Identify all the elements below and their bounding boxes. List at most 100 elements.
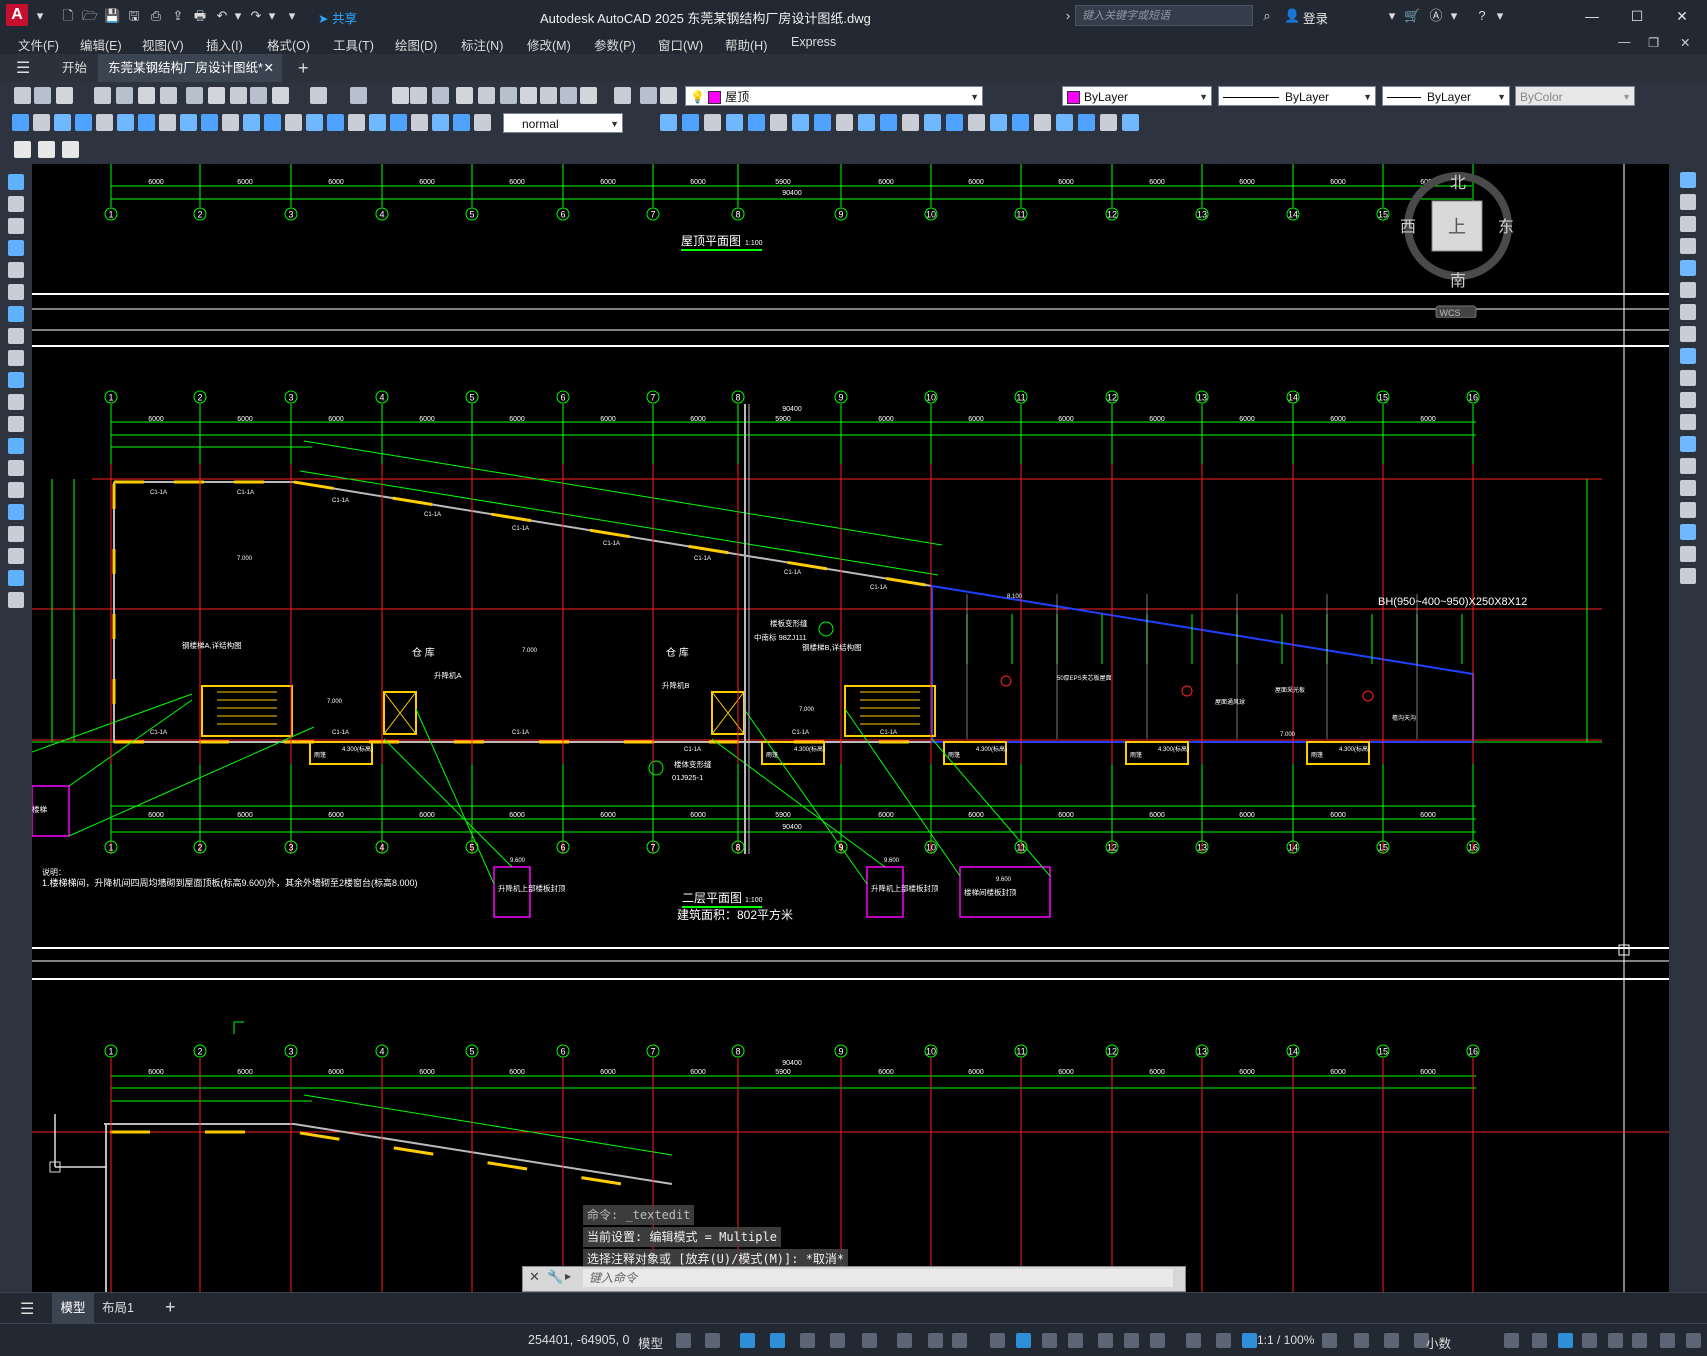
plot-icon[interactable]: 🖶 (192, 8, 208, 24)
table-icon[interactable] (8, 548, 24, 564)
doc-restore-icon[interactable]: ❐ (1648, 35, 1659, 50)
share-button[interactable]: ➤ 共享 (318, 8, 357, 27)
save-icon[interactable] (56, 87, 73, 104)
add-selected-icon[interactable] (8, 592, 24, 608)
text-edit-icon[interactable] (390, 114, 407, 131)
stretch-icon[interactable] (1680, 348, 1696, 364)
customize-toggle-icon[interactable] (1582, 1333, 1597, 1348)
trim-icon[interactable] (1680, 370, 1696, 386)
menu-modify[interactable]: 修改(M) (527, 35, 571, 54)
chamfer-icon[interactable] (1680, 480, 1696, 496)
new-tab-plus-icon[interactable]: + (288, 54, 319, 82)
extend-icon[interactable] (1680, 392, 1696, 408)
redo-icon[interactable] (310, 87, 327, 104)
dimstyle-dropdown[interactable]: normal ▼ (503, 113, 623, 133)
search-icon[interactable]: ⌕ (1259, 8, 1275, 24)
diameter-icon[interactable] (946, 114, 963, 131)
undo-icon[interactable]: ↶ (214, 8, 230, 24)
annotation-scale-icon-toggle-icon[interactable] (1216, 1333, 1231, 1348)
redo-icon[interactable]: ↷ (248, 8, 264, 24)
cart-icon[interactable]: 🛒 (1404, 8, 1420, 24)
autocad-logo-icon[interactable]: A (6, 4, 28, 26)
region-icon[interactable] (8, 526, 24, 542)
menu-edit[interactable]: 编辑(E) (80, 35, 122, 54)
maximize-icon[interactable]: ☐ (1627, 6, 1647, 26)
new-icon[interactable] (14, 87, 31, 104)
array-icon[interactable] (1680, 260, 1696, 276)
viewcube-top[interactable]: 上 (1448, 217, 1466, 237)
annotation-scale[interactable]: 1:1 / 100% (1257, 1333, 1314, 1347)
draw-order-icon[interactable] (1680, 568, 1696, 584)
selection-filter-toggle-icon[interactable] (1098, 1333, 1113, 1348)
add-layout-plus-icon[interactable]: + (165, 1297, 176, 1318)
move-icon[interactable] (1680, 282, 1696, 298)
osnap-toggle-icon[interactable] (928, 1333, 943, 1348)
hamburger-menu-icon[interactable]: ☰ (16, 58, 30, 78)
redo-dropdown-icon[interactable]: ▾ (264, 8, 280, 24)
annotation-visibility-toggle-icon[interactable] (1150, 1333, 1165, 1348)
menu-dimension[interactable]: 标注(N) (461, 35, 503, 54)
new-file-icon[interactable]: 🗋 (60, 8, 76, 24)
ordinate-icon[interactable] (880, 114, 897, 131)
minimize-icon[interactable]: — (1582, 6, 1602, 26)
menu-tools[interactable]: 工具(T) (333, 35, 374, 54)
insert-block-icon[interactable] (8, 416, 24, 432)
color-dropdown[interactable]: ByLayer ▼ (1062, 86, 1212, 106)
break-icon[interactable] (264, 114, 281, 131)
center-mark-icon[interactable] (306, 114, 323, 131)
markup-icon[interactable] (540, 87, 557, 104)
polygon-icon[interactable] (8, 240, 24, 256)
lineweight-dropdown[interactable]: ByLayer ▼ (1382, 86, 1510, 106)
angular-icon[interactable] (968, 114, 985, 131)
doc-minimize-icon[interactable]: — (1618, 35, 1631, 49)
settings-toggle-icon[interactable] (1686, 1333, 1701, 1348)
polyline-icon[interactable] (8, 218, 24, 234)
linetype-dropdown[interactable]: ByLayer ▼ (1218, 86, 1376, 106)
menu-express[interactable]: Express (791, 35, 836, 49)
search-input[interactable]: 键入关键字或短语 (1075, 5, 1253, 26)
quick-view-toggle-icon[interactable] (1660, 1333, 1675, 1348)
hatch-icon[interactable] (8, 482, 24, 498)
help-icon[interactable]: ? (1474, 8, 1490, 24)
drawing-canvas[interactable]: 1234567891011121314151660006000600060006… (32, 164, 1669, 1292)
zoom-realtime-icon[interactable] (392, 87, 409, 104)
osnap-3d-toggle-icon[interactable] (897, 1333, 912, 1348)
erase-icon[interactable] (1680, 172, 1696, 188)
copy-icon[interactable] (186, 87, 203, 104)
menu-help[interactable]: 帮助(H) (725, 35, 767, 54)
edit-icon[interactable] (369, 114, 386, 131)
layer-dropdown[interactable]: 💡 屋顶 ▼ (685, 86, 983, 106)
match-properties-icon[interactable] (230, 87, 247, 104)
aligned-dim-icon[interactable] (836, 114, 853, 131)
update-icon[interactable] (411, 114, 428, 131)
spline-icon[interactable] (8, 350, 24, 366)
plotstyle-dropdown[interactable]: ByColor ▼ (1515, 86, 1635, 106)
lock-icon[interactable] (660, 114, 677, 131)
command-close-icon[interactable]: ✕ (529, 1269, 540, 1285)
hardware-toggle-icon[interactable] (1608, 1333, 1623, 1348)
login-link[interactable]: 登录 (1303, 8, 1328, 27)
dynamic-ucs-toggle-icon[interactable] (1068, 1333, 1083, 1348)
ordinate-icon[interactable] (75, 114, 92, 131)
properties-icon[interactable] (456, 87, 473, 104)
center-mark-icon[interactable] (1122, 114, 1139, 131)
space-icon[interactable] (243, 114, 260, 131)
delete-layer-icon[interactable] (748, 114, 765, 131)
paste-icon[interactable] (208, 87, 225, 104)
app-menu-arrow-icon[interactable]: ▾ (32, 8, 48, 24)
save-icon[interactable]: 💾 (104, 8, 120, 24)
otrack-toggle-icon[interactable] (952, 1333, 967, 1348)
coordinate-readout[interactable]: 254401, -64905, 0 (528, 1333, 629, 1347)
block-insert-icon[interactable] (14, 141, 31, 158)
menu-file[interactable]: 文件(F) (18, 35, 59, 54)
chevron-right-icon[interactable]: › (1060, 8, 1076, 24)
open-web-icon[interactable]: ⎙ (148, 8, 164, 24)
arc-icon[interactable] (8, 284, 24, 300)
viewcube-north[interactable]: 北 (1450, 174, 1466, 192)
match-icon[interactable] (704, 114, 721, 131)
rotate-icon[interactable] (1680, 304, 1696, 320)
viewcube-wcs[interactable]: WCS (1440, 308, 1461, 318)
jogged-icon[interactable] (117, 114, 134, 131)
mirror-icon[interactable] (1680, 216, 1696, 232)
break-icon[interactable] (1680, 436, 1696, 452)
